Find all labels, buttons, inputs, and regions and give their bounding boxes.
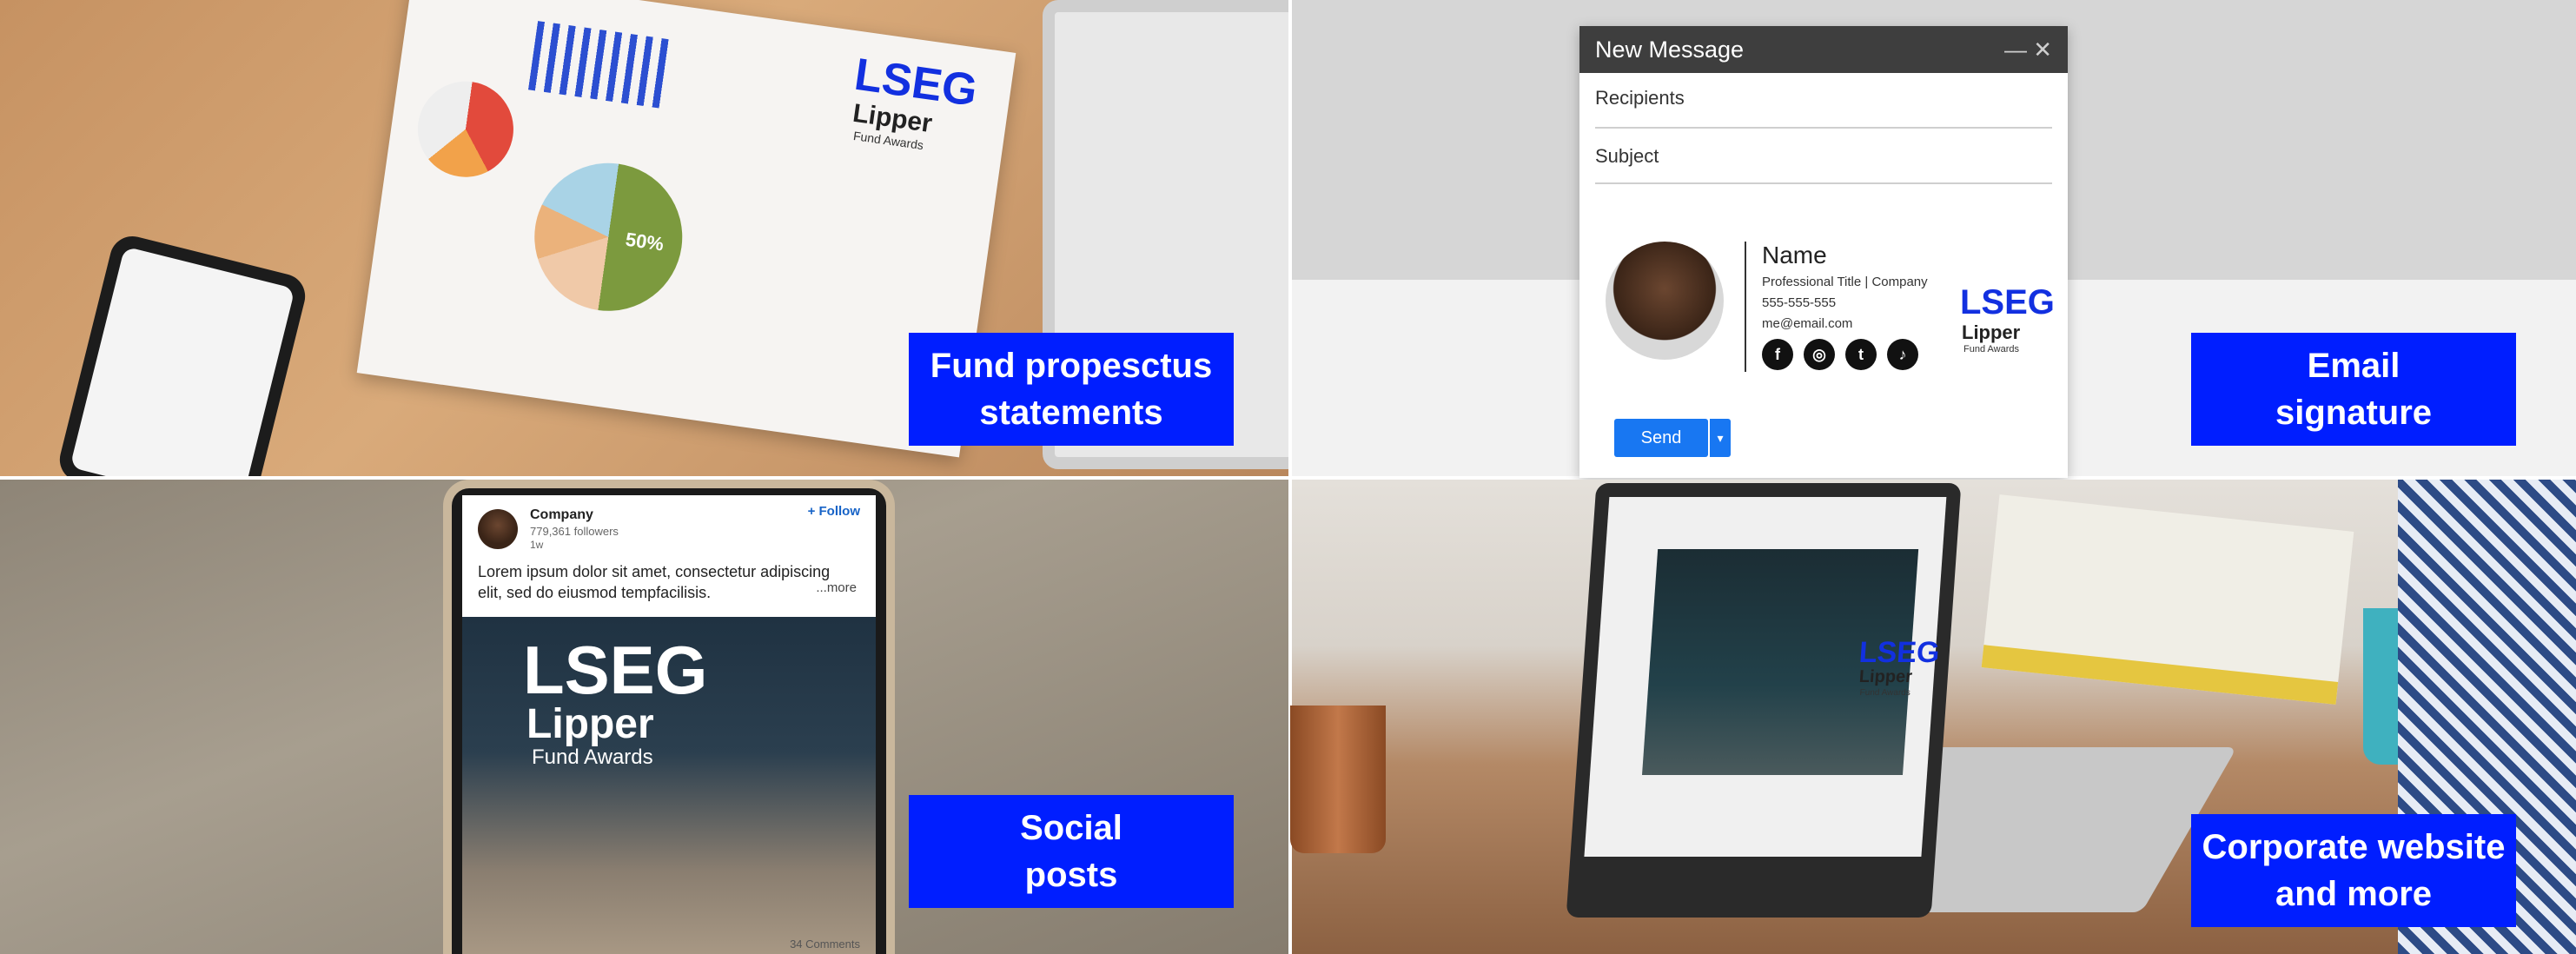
comment-count[interactable]: 34 Comments xyxy=(790,937,860,951)
subject-field[interactable]: Subject xyxy=(1595,129,2052,184)
fund-prospectus-label: Fund propesctus statements xyxy=(909,333,1234,446)
tablet-illustration: Company 779,361 followers 1w + Follow Lo… xyxy=(443,480,895,954)
email-signature-label: Email signature xyxy=(2191,333,2516,446)
fund-awards-text: Fund Awards xyxy=(1859,688,1911,698)
lseg-logo-text: LSEG xyxy=(523,632,708,708)
website-screen: LSEG Lipper Fund Awards xyxy=(1584,497,1947,857)
lseg-logo-text: LSEG xyxy=(1960,283,2055,321)
window-title: New Message xyxy=(1595,36,1745,63)
feature-grid: 50% LSEG Lipper Fund Awards Fund propesc… xyxy=(0,0,2576,954)
post-text: Lorem ipsum dolor sit amet, consectetur … xyxy=(478,563,831,601)
post-time: 1w xyxy=(530,539,544,551)
donut-chart-illustration xyxy=(411,75,520,183)
bar-chart-illustration xyxy=(527,21,676,109)
book-illustration xyxy=(1981,494,2354,705)
lseg-logo-text: LSEG xyxy=(1858,636,1941,669)
label-line-2: signature xyxy=(2275,394,2433,432)
pencil-cup-illustration xyxy=(1290,706,1386,853)
smartphone-illustration xyxy=(55,231,310,476)
send-options-chevron-down-icon[interactable]: ▾ xyxy=(1710,419,1731,457)
new-message-window: New Message — ✕ Recipients Subject Name … xyxy=(1579,26,2068,478)
signature-phone: 555-555-555 xyxy=(1762,295,1837,310)
corporate-website-label: Corporate website and more xyxy=(2191,814,2516,927)
social-icons: f ◎ t ♪ xyxy=(1762,339,1918,370)
signature-email: me@email.com xyxy=(1762,316,1853,331)
social-posts-label: Social posts xyxy=(909,795,1234,908)
window-title-bar: New Message — ✕ xyxy=(1579,26,2068,73)
lipper-logo-text: Lipper xyxy=(526,701,654,747)
label-line-2: and more xyxy=(2275,875,2433,913)
post-company: Company xyxy=(530,507,593,522)
label-line-1: Email xyxy=(2307,347,2401,385)
send-button[interactable]: Send xyxy=(1614,419,1708,457)
label-line-1: Social xyxy=(1020,809,1122,847)
instagram-icon[interactable]: ◎ xyxy=(1804,339,1835,370)
follow-button[interactable]: + Follow xyxy=(808,504,860,519)
pie-chart-illustration xyxy=(525,153,692,321)
window-controls[interactable]: — ✕ xyxy=(2004,26,2052,73)
label-line-2: statements xyxy=(979,394,1163,432)
fund-awards-text: Fund Awards xyxy=(1963,344,2020,354)
social-post-screen: Company 779,361 followers 1w + Follow Lo… xyxy=(462,495,876,954)
see-more-link[interactable]: ...more xyxy=(816,580,857,595)
avatar xyxy=(478,509,518,549)
avatar xyxy=(1606,242,1724,360)
label-line-1: Fund propesctus xyxy=(930,347,1213,385)
label-line-1: Corporate website xyxy=(2202,828,2506,866)
fund-awards-text: Fund Awards xyxy=(532,745,653,769)
facebook-icon[interactable]: f xyxy=(1762,339,1793,370)
twitter-icon[interactable]: t xyxy=(1845,339,1877,370)
fund-prospectus-tile: 50% LSEG Lipper Fund Awards Fund propesc… xyxy=(0,0,1288,476)
signature-name: Name xyxy=(1762,242,1827,268)
signature-title: Professional Title | Company xyxy=(1762,275,1928,289)
lipper-logo-text: Lipper xyxy=(1858,667,1913,686)
label-line-2: posts xyxy=(1024,856,1118,894)
signature-divider xyxy=(1745,242,1746,372)
email-signature-block: Name Professional Title | Company 555-55… xyxy=(1606,242,2057,398)
laptop-illustration: LSEG Lipper Fund Awards xyxy=(1566,483,1962,918)
lipper-logo-text: Lipper xyxy=(1962,321,2021,343)
post-image: LSEG Lipper Fund Awards xyxy=(462,617,876,954)
post-followers: 779,361 followers xyxy=(530,525,619,538)
recipients-field[interactable]: Recipients xyxy=(1595,73,2052,129)
tiktok-icon[interactable]: ♪ xyxy=(1887,339,1918,370)
